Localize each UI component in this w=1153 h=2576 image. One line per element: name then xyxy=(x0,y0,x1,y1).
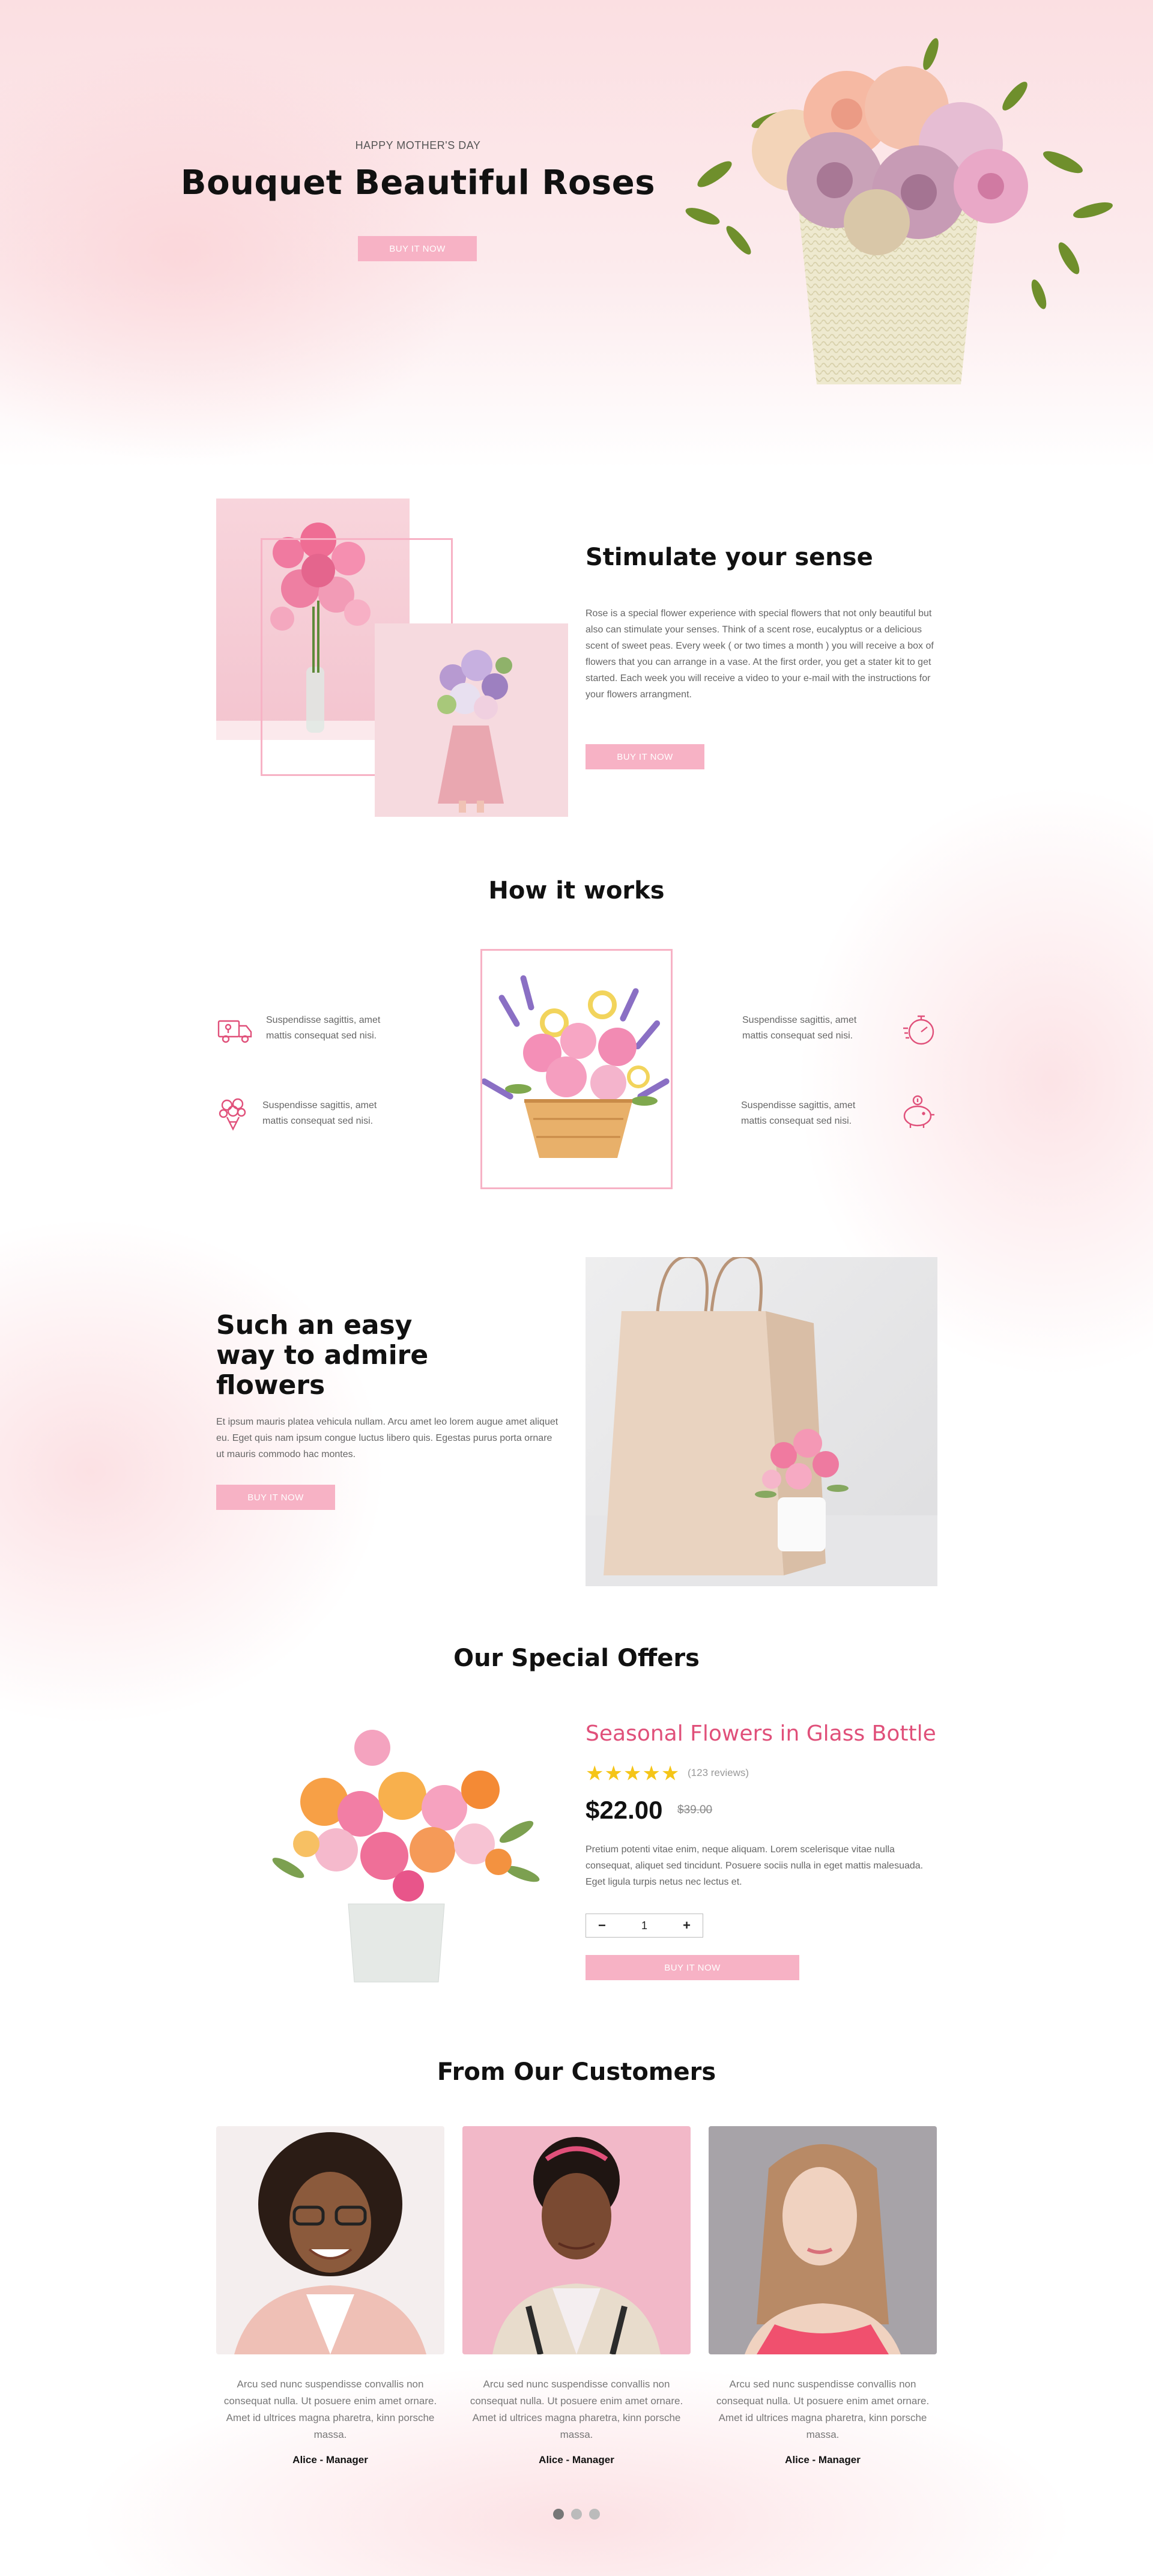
basket-illustration xyxy=(482,975,670,1158)
glass-bottle-bouquet-illustration xyxy=(272,1730,540,1983)
woman-holding-bouquet-image xyxy=(375,623,568,817)
carousel-dot-1[interactable] xyxy=(553,2509,564,2520)
paper-bag-illustration xyxy=(586,1257,937,1586)
customers-title: From Our Customers xyxy=(437,2058,716,2086)
flower-bouquet-icon xyxy=(214,1094,252,1133)
easy-title: Such an easy way to admire flowers xyxy=(216,1311,428,1401)
product-image xyxy=(240,1724,564,1988)
stimulate-buy-button[interactable]: BUY IT NOW xyxy=(586,744,704,769)
step-text-stopwatch: Suspendisse sagittis, amet mattis conseq… xyxy=(742,1015,857,1041)
piggy-bank-icon xyxy=(898,1093,937,1132)
easy-title-line-3: flowers xyxy=(216,1370,325,1401)
testimonial-name: Alice - Manager xyxy=(292,2454,368,2465)
offers-title: Our Special Offers xyxy=(453,1644,700,1672)
testimonial-card: Arcu sed nunc suspendisse convallis non … xyxy=(462,2126,691,2466)
quantity-increase-button[interactable]: + xyxy=(683,1918,691,1933)
stimulate-body: Rose is a special flower experience with… xyxy=(586,608,934,700)
product-name: Seasonal Flowers in Glass Bottle xyxy=(586,1721,936,1746)
stimulate-title: Stimulate your sense xyxy=(586,544,873,571)
hero-eyebrow: HAPPY MOTHER'S DAY xyxy=(355,139,481,151)
testimonial-quote: Arcu sed nunc suspendisse convallis non … xyxy=(716,2378,930,2440)
step-text-piggy: Suspendisse sagittis, amet mattis conseq… xyxy=(741,1100,856,1126)
hero-bouquet-image xyxy=(679,30,1123,390)
testimonial-card: Arcu sed nunc suspendisse convallis non … xyxy=(216,2126,444,2466)
delivery-truck-icon xyxy=(216,1010,255,1049)
testimonial-quote: Arcu sed nunc suspendisse convallis non … xyxy=(223,2378,437,2440)
testimonial-name: Alice - Manager xyxy=(785,2454,861,2465)
quantity-stepper: − 1 + xyxy=(586,1914,703,1938)
how-title: How it works xyxy=(488,877,665,905)
product-rating-stars: ★★★★★ xyxy=(586,1762,680,1785)
bouquet-illustration xyxy=(685,38,1113,384)
basket-bouquet-image xyxy=(480,949,673,1189)
customer-portrait-2 xyxy=(492,2137,661,2354)
customer-photo xyxy=(709,2126,937,2354)
hero-buy-button[interactable]: BUY IT NOW xyxy=(358,236,477,261)
customer-photo xyxy=(462,2126,691,2354)
testimonial-quote: Arcu sed nunc suspendisse convallis non … xyxy=(470,2378,683,2440)
customer-portrait-1 xyxy=(234,2132,426,2354)
hero-title: Bouquet Beautiful Roses xyxy=(180,163,656,202)
product-old-price: $39.00 xyxy=(677,1804,713,1816)
testimonial-name: Alice - Manager xyxy=(539,2454,614,2465)
quantity-decrease-button[interactable]: − xyxy=(598,1918,606,1933)
easy-body: Et ipsum mauris platea vehicula nullam. … xyxy=(216,1417,558,1459)
easy-buy-button[interactable]: BUY IT NOW xyxy=(216,1485,335,1510)
product-price: $22.00 xyxy=(586,1796,663,1824)
customer-portrait-3 xyxy=(745,2144,901,2354)
step-text-delivery: Suspendisse sagittis, amet mattis conseq… xyxy=(266,1015,381,1041)
quantity-value[interactable]: 1 xyxy=(641,1920,647,1932)
easy-title-line-2: way to admire xyxy=(216,1340,429,1371)
customer-photo xyxy=(216,2126,444,2354)
product-buy-button[interactable]: BUY IT NOW xyxy=(586,1955,799,1980)
carousel-dot-2[interactable] xyxy=(571,2509,582,2520)
step-text-bouquet: Suspendisse sagittis, amet mattis conseq… xyxy=(262,1100,377,1126)
carousel-dot-3[interactable] xyxy=(589,2509,600,2520)
easy-title-line-1: Such an easy xyxy=(216,1310,413,1341)
paper-bag-flowers-image xyxy=(586,1257,937,1586)
product-description: Pretium potenti vitae enim, neque aliqua… xyxy=(586,1844,924,1887)
testimonial-card: Arcu sed nunc suspendisse convallis non … xyxy=(709,2126,937,2466)
product-reviews-count: (123 reviews) xyxy=(688,1767,749,1778)
stopwatch-icon xyxy=(901,1010,939,1049)
bouquet-holder-illustration xyxy=(437,650,512,813)
